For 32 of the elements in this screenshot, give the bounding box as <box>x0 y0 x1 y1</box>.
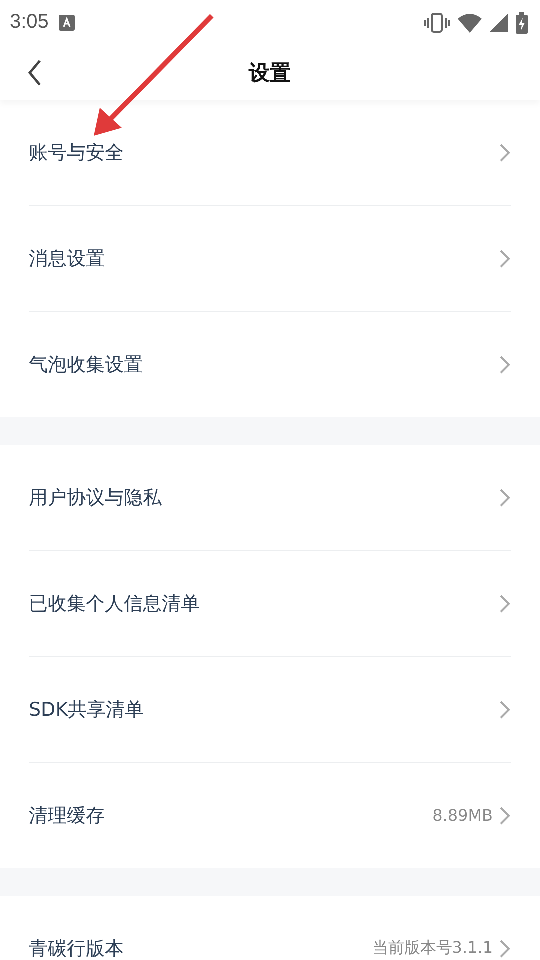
settings-item[interactable]: 消息设置 <box>29 206 511 312</box>
chevron-right-icon <box>499 248 511 268</box>
settings-item[interactable]: 清理缓存 8.89MB <box>29 763 511 868</box>
item-label: 账号与安全 <box>29 140 125 166</box>
wifi-icon <box>458 12 482 32</box>
settings-item[interactable]: SDK共享清单 <box>29 657 511 763</box>
chevron-right-icon <box>499 700 511 720</box>
settings-item[interactable]: 已收集个人信息清单 <box>29 551 511 657</box>
chevron-right-icon <box>499 938 511 958</box>
chevron-right-icon <box>499 594 511 614</box>
settings-item[interactable]: 用户协议与隐私 <box>29 445 511 551</box>
vibrate-icon <box>424 12 450 32</box>
item-label: 用户协议与隐私 <box>29 486 163 510</box>
item-value: 当前版本号3.1.1 <box>372 938 493 959</box>
item-label: 消息设置 <box>29 246 106 272</box>
chevron-right-icon <box>499 354 511 374</box>
item-label: 已收集个人信息清单 <box>29 592 201 616</box>
item-label: 青碳行版本 <box>29 936 125 960</box>
settings-item[interactable]: 青碳行版本 当前版本号3.1.1 <box>29 896 511 960</box>
chevron-right-icon <box>499 806 511 826</box>
signal-icon <box>490 14 508 32</box>
battery-icon <box>516 12 528 34</box>
item-label: SDK共享清单 <box>29 698 146 722</box>
chevron-right-icon <box>499 142 511 162</box>
item-label: 清理缓存 <box>29 804 106 828</box>
page-title: 设置 <box>249 60 291 86</box>
status-time: 3:05 <box>10 11 49 34</box>
keyboard-notification-icon <box>58 14 75 30</box>
item-label: 气泡收集设置 <box>29 352 144 378</box>
settings-item[interactable]: 气泡收集设置 <box>29 312 511 417</box>
item-value: 8.89MB <box>432 806 493 825</box>
chevron-right-icon <box>499 488 511 508</box>
